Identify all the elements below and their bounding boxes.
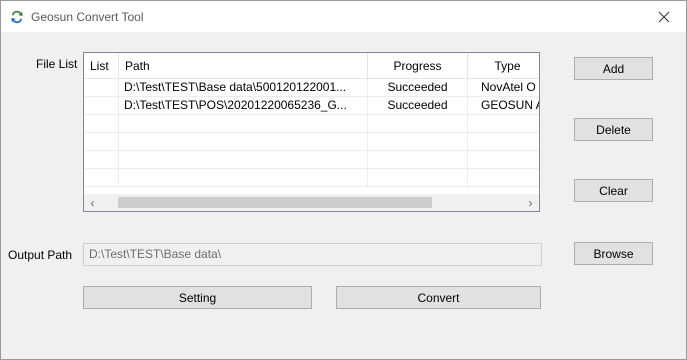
- column-header-list[interactable]: List: [84, 53, 119, 79]
- scroll-left-icon[interactable]: ‹: [84, 194, 101, 211]
- type-cell: NovAtel O: [481, 80, 536, 94]
- path-cell: D:\Test\TEST\Base data\500120122001...: [119, 79, 368, 96]
- delete-button[interactable]: Delete: [574, 118, 653, 141]
- scroll-right-icon[interactable]: ›: [522, 194, 539, 211]
- title-bar: Geosun Convert Tool: [1, 1, 686, 32]
- convert-tool-window: Geosun Convert Tool File List List Path …: [0, 0, 687, 360]
- geosun-app-icon: [9, 9, 25, 25]
- path-cell: D:\Test\TEST\POS\20201220065236_G...: [119, 97, 368, 114]
- empty-row: [84, 151, 539, 169]
- output-path-label: Output Path: [8, 248, 73, 262]
- column-header-path[interactable]: Path: [119, 53, 368, 79]
- empty-row: [84, 169, 539, 187]
- output-path-field[interactable]: D:\Test\TEST\Base data\: [83, 243, 542, 266]
- column-header-progress[interactable]: Progress: [368, 53, 468, 79]
- window-title: Geosun Convert Tool: [31, 10, 144, 24]
- list-cell: [84, 79, 119, 96]
- list-cell: [84, 97, 119, 114]
- close-icon: [658, 11, 670, 22]
- horizontal-scrollbar[interactable]: ‹ ›: [84, 194, 539, 211]
- add-button[interactable]: Add: [574, 57, 653, 80]
- empty-row: [84, 133, 539, 151]
- browse-button[interactable]: Browse: [574, 242, 653, 265]
- progress-cell: Succeeded: [368, 79, 468, 96]
- table-row[interactable]: D:\Test\TEST\POS\20201220065236_G... Suc…: [84, 97, 539, 115]
- file-list-label: File List: [36, 57, 78, 71]
- convert-button[interactable]: Convert: [336, 286, 541, 309]
- empty-row: [84, 115, 539, 133]
- scrollbar-thumb[interactable]: [118, 197, 432, 208]
- table-row[interactable]: D:\Test\TEST\Base data\500120122001... S…: [84, 79, 539, 97]
- progress-cell: Succeeded: [368, 97, 468, 114]
- close-button[interactable]: [642, 1, 686, 32]
- column-header-type[interactable]: Type: [468, 53, 539, 79]
- file-list-grid[interactable]: List Path Progress Type D:\Test\TEST\Bas…: [83, 52, 540, 212]
- type-cell: GEOSUN A: [481, 98, 540, 112]
- clear-button[interactable]: Clear: [574, 179, 653, 202]
- setting-button[interactable]: Setting: [83, 286, 312, 309]
